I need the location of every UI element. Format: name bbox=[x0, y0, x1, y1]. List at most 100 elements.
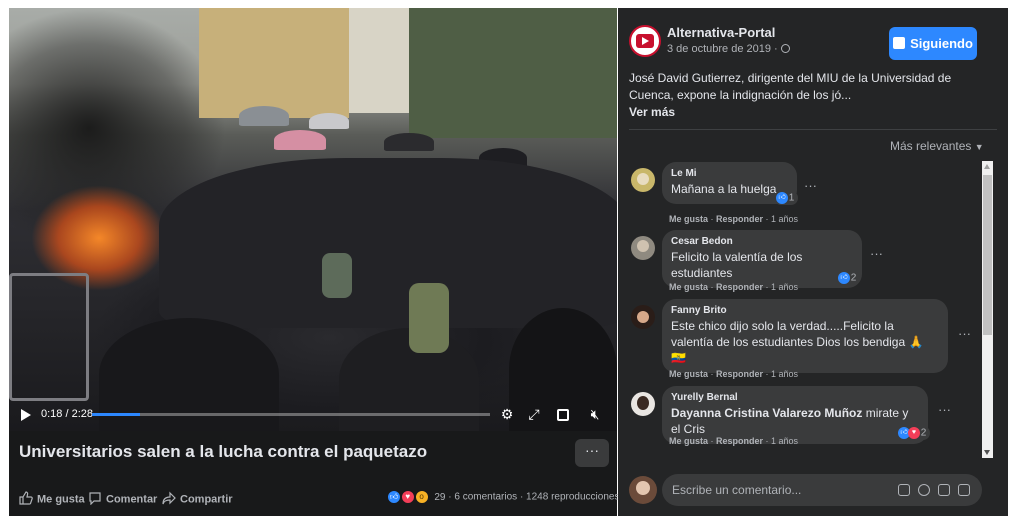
globe-icon bbox=[780, 44, 790, 53]
post-stats: · 6 comentarios · 1248 reproducciones bbox=[448, 491, 620, 503]
comment-time: · 1 años bbox=[763, 369, 799, 379]
more-options-button[interactable]: ··· bbox=[575, 439, 609, 467]
comment-reactions-count: 2 bbox=[920, 427, 927, 439]
following-label: Siguiendo bbox=[910, 36, 973, 51]
video-controls: 0:18 / 2:28 ⚙ ⤢ 🔇︎ bbox=[9, 400, 617, 431]
comment-time: · 1 años bbox=[763, 214, 799, 224]
video-title: Universitarios salen a la lucha contra e… bbox=[19, 442, 428, 461]
expand-icon[interactable]: ⤢ bbox=[526, 406, 542, 422]
background-trees bbox=[409, 8, 617, 138]
comments-panel: Alternativa-Portal 3 de octubre de 2019 … bbox=[618, 8, 1008, 516]
gif-icon[interactable] bbox=[958, 484, 970, 496]
share-label: Compartir bbox=[180, 493, 233, 506]
following-button[interactable]: Siguiendo bbox=[889, 27, 977, 60]
page-avatar[interactable] bbox=[629, 25, 661, 57]
share-icon bbox=[162, 491, 176, 508]
play-icon[interactable] bbox=[21, 409, 31, 421]
page-name[interactable]: Alternativa-Portal bbox=[667, 25, 775, 40]
like-icon bbox=[19, 491, 33, 508]
background-building bbox=[349, 8, 409, 113]
comment-sort-dropdown[interactable]: Más relevantes ▼ bbox=[890, 139, 984, 153]
divider bbox=[629, 129, 997, 130]
like-button[interactable]: Me gusta bbox=[19, 491, 85, 508]
comment-reply-link[interactable]: Responder bbox=[716, 369, 763, 379]
comment-reactions[interactable]: 👍︎ 1 bbox=[774, 191, 799, 205]
sticker-icon[interactable] bbox=[898, 484, 910, 496]
pip-icon[interactable] bbox=[555, 406, 571, 422]
comment-text: Dayanna Cristina Valarezo Muñoz mirate y… bbox=[671, 405, 918, 437]
comment-avatar[interactable] bbox=[631, 168, 655, 192]
comment-reactions[interactable]: 👍︎ ♥ 2 bbox=[896, 426, 931, 440]
comment-reply-link[interactable]: Responder bbox=[716, 282, 763, 292]
reactions-count: 29 bbox=[434, 491, 446, 503]
comment-reactions[interactable]: 👍︎ 2 bbox=[836, 271, 861, 285]
comment-author[interactable]: Yurelly Bernal bbox=[671, 392, 918, 403]
comment-avatar[interactable] bbox=[631, 305, 655, 329]
comment-like-link[interactable]: Me gusta bbox=[669, 436, 708, 446]
comment-author[interactable]: Cesar Bedon bbox=[671, 236, 852, 247]
love-reaction-icon: ♥ bbox=[400, 490, 415, 504]
post-date[interactable]: 3 de octubre de 2019 · bbox=[667, 43, 790, 55]
current-time: 0:18 bbox=[41, 408, 63, 420]
volume-icon[interactable]: 🔇︎ bbox=[587, 406, 603, 422]
comment-input[interactable] bbox=[662, 474, 982, 506]
comment-more-icon[interactable]: ··· bbox=[804, 178, 817, 193]
comment-meta: Me gusta · Responder · 1 años bbox=[669, 214, 799, 224]
camera-icon[interactable] bbox=[938, 484, 950, 496]
post-description: José David Gutierrez, dirigente del MIU … bbox=[629, 71, 952, 102]
umbrella bbox=[274, 130, 326, 150]
comment-more-icon[interactable]: ··· bbox=[938, 402, 951, 417]
follow-check-icon bbox=[893, 37, 906, 49]
comment-time: · 1 años bbox=[763, 436, 799, 446]
post-date-text: 3 de octubre de 2019 · bbox=[667, 43, 781, 55]
comment-more-icon[interactable]: ··· bbox=[958, 326, 971, 341]
scroll-up-icon[interactable] bbox=[984, 164, 990, 169]
share-button[interactable]: Compartir bbox=[162, 491, 233, 508]
comment-author[interactable]: Fanny Brito bbox=[671, 305, 938, 316]
wow-reaction-icon: o bbox=[414, 490, 429, 504]
comment-bubble: Cesar Bedon Felicito la valentía de los … bbox=[662, 230, 862, 288]
umbrella bbox=[384, 133, 434, 151]
love-reaction-icon: ♥ bbox=[908, 427, 920, 439]
video-post-panel: 0:18 / 2:28 ⚙ ⤢ 🔇︎ Universitarios salen … bbox=[9, 8, 619, 516]
comment-reactions-count: 2 bbox=[850, 272, 857, 284]
comment-button[interactable]: Comentar bbox=[88, 491, 157, 508]
comment-like-link[interactable]: Me gusta bbox=[669, 369, 708, 379]
comment-avatar[interactable] bbox=[631, 236, 655, 260]
comments-scrollbar[interactable] bbox=[982, 161, 993, 458]
comment-meta: Me gusta · Responder · 1 años bbox=[669, 282, 799, 292]
scroll-down-icon[interactable] bbox=[984, 450, 990, 455]
user-avatar[interactable] bbox=[629, 476, 657, 504]
scroll-thumb[interactable] bbox=[983, 175, 992, 335]
protester-backpack bbox=[322, 253, 352, 298]
comment-reactions-count: 1 bbox=[788, 192, 795, 204]
comment-text: Este chico dijo solo la verdad.....Felic… bbox=[671, 319, 924, 365]
comment-text: Felicito la valentía de los estudiantes bbox=[671, 250, 803, 280]
comment-time: · 1 años bbox=[763, 282, 799, 292]
umbrella bbox=[309, 113, 349, 129]
background-building bbox=[199, 8, 349, 118]
comment-more-icon[interactable]: ··· bbox=[870, 246, 883, 261]
like-reaction-icon: 👍︎ bbox=[776, 192, 788, 204]
comment-avatar[interactable] bbox=[631, 392, 655, 416]
comment-meta: Me gusta · Responder · 1 años bbox=[669, 369, 799, 379]
reactions-summary[interactable]: 👍︎ ♥ o 29 · 6 comentarios · 1248 reprodu… bbox=[387, 490, 619, 504]
umbrella bbox=[239, 106, 289, 126]
comment-author[interactable]: Le Mi bbox=[671, 168, 787, 179]
like-reaction-icon: 👍︎ bbox=[387, 490, 401, 504]
comment-reply-link[interactable]: Responder bbox=[716, 214, 763, 224]
crowd bbox=[159, 158, 617, 328]
duration: 2:28 bbox=[71, 408, 94, 420]
settings-icon[interactable]: ⚙ bbox=[499, 406, 515, 422]
comment-like-link[interactable]: Me gusta bbox=[669, 282, 708, 292]
like-reaction-icon: 👍︎ bbox=[838, 272, 850, 284]
comment-reply-link[interactable]: Responder bbox=[716, 436, 763, 446]
see-more-link[interactable]: Ver más bbox=[629, 105, 675, 119]
comment-meta: Me gusta · Responder · 1 años bbox=[669, 436, 799, 446]
comment-mention[interactable]: Dayanna Cristina Valarezo Muñoz bbox=[671, 406, 862, 420]
emoji-icon[interactable] bbox=[918, 484, 930, 496]
comment-like-link[interactable]: Me gusta bbox=[669, 214, 708, 224]
video-player[interactable]: 0:18 / 2:28 ⚙ ⤢ 🔇︎ bbox=[9, 8, 617, 431]
comment-icon bbox=[88, 491, 102, 508]
video-progress-bar[interactable] bbox=[92, 413, 490, 416]
